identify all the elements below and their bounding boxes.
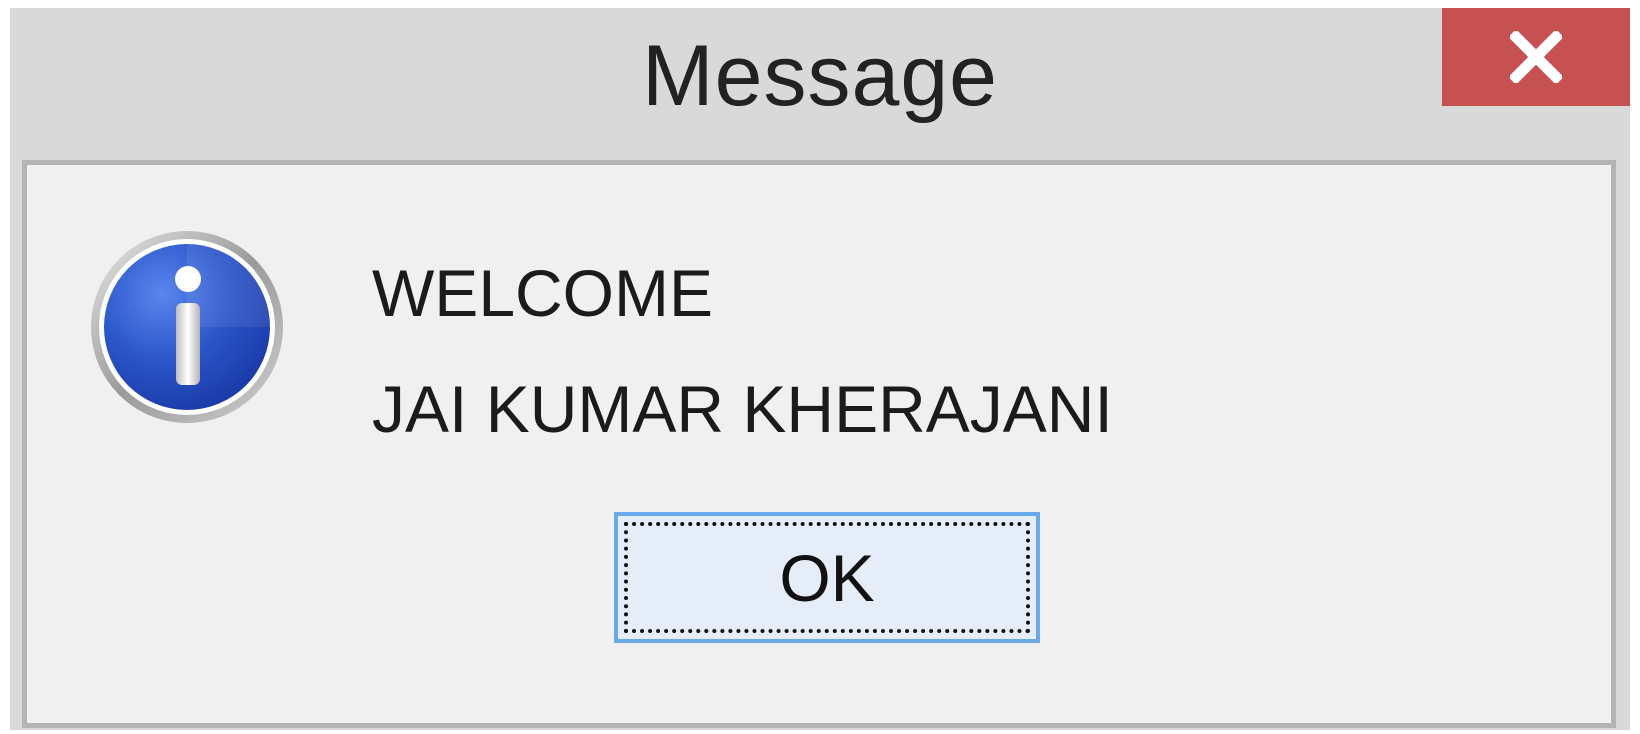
message-line-2: JAI KUMAR KHERAJANI xyxy=(372,372,1113,446)
message-text: WELCOME JAI KUMAR KHERAJANI xyxy=(372,235,1113,467)
window-title: Message xyxy=(642,28,998,124)
info-icon xyxy=(91,231,283,423)
message-line-1: WELCOME xyxy=(372,256,714,330)
dialog-body: WELCOME JAI KUMAR KHERAJANI OK xyxy=(22,160,1616,728)
close-button[interactable] xyxy=(1442,8,1630,106)
ok-button[interactable]: OK xyxy=(614,512,1040,643)
message-dialog: Message WELCOME JAI KUMAR KHERAJANI OK xyxy=(10,8,1630,730)
title-bar[interactable]: Message xyxy=(10,8,1630,158)
ok-button-label: OK xyxy=(624,522,1030,633)
close-icon xyxy=(1510,31,1562,83)
